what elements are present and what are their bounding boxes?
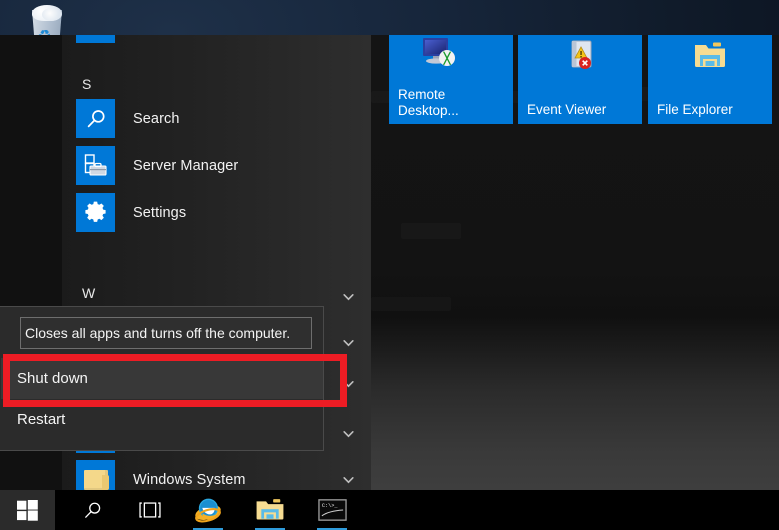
app-row-search[interactable]: Search	[62, 95, 371, 142]
start-button[interactable]	[0, 490, 55, 530]
server-manager-icon	[76, 146, 115, 185]
clipped-app-tile-icon	[76, 35, 115, 43]
tile-remote-desktop[interactable]: ╳ Remote Desktop...	[389, 35, 513, 124]
taskbar-file-explorer-button[interactable]	[246, 490, 294, 530]
taskbar: C:\>_	[0, 490, 779, 530]
search-icon	[76, 99, 115, 138]
internet-explorer-icon	[195, 498, 221, 523]
app-label: Search	[133, 110, 180, 127]
shutdown-tooltip: Closes all apps and turns off the comput…	[20, 317, 312, 349]
tile-label: File Explorer	[657, 102, 733, 118]
search-icon	[84, 502, 100, 518]
windows-logo-icon	[17, 499, 38, 521]
ghost-tile	[401, 223, 461, 239]
app-row-server-manager[interactable]: Server Manager	[62, 142, 371, 189]
tile-label: Event Viewer	[527, 102, 607, 118]
taskbar-search-button[interactable]	[68, 490, 116, 530]
start-menu-tiles-pane: ╳ Remote Desktop... Event Viewer File Ex…	[371, 35, 779, 490]
tile-file-explorer[interactable]: File Explorer	[648, 35, 772, 124]
chevron-down-icon[interactable]	[342, 336, 355, 349]
gear-icon	[76, 193, 115, 232]
app-row-settings[interactable]: Settings	[62, 189, 371, 236]
app-label: Server Manager	[133, 157, 239, 174]
svg-text:C:\>_: C:\>_	[321, 503, 338, 509]
flyout-item-restart[interactable]: Restart	[1, 399, 323, 440]
folder-icon	[76, 460, 115, 490]
start-menu: S Search Server Manager Settings W Windo…	[0, 35, 779, 490]
flyout-item-shut-down[interactable]: Shut down	[1, 358, 323, 399]
app-row-windows-system[interactable]: Windows System	[62, 456, 371, 490]
file-explorer-icon	[256, 499, 284, 520]
chevron-down-icon[interactable]	[342, 427, 355, 440]
taskbar-command-prompt-button[interactable]: C:\>_	[308, 490, 356, 530]
tile-event-viewer[interactable]: Event Viewer	[518, 35, 642, 124]
app-label: Windows System	[133, 471, 246, 488]
power-options-flyout: Closes all apps and turns off the comput…	[0, 306, 324, 451]
command-prompt-icon: C:\>_	[317, 499, 347, 521]
ghost-tile	[371, 297, 451, 311]
app-group-letter-s: S	[82, 76, 92, 92]
chevron-down-icon[interactable]	[342, 290, 355, 303]
chevron-down-icon[interactable]	[342, 473, 355, 486]
tile-label: Remote Desktop...	[398, 86, 459, 119]
chevron-down-icon[interactable]	[342, 377, 355, 390]
recycle-bin-paper-2	[42, 8, 61, 21]
remote-desktop-icon: ╳	[419, 36, 457, 70]
task-view-icon	[139, 502, 161, 518]
file-explorer-icon	[691, 39, 729, 73]
event-viewer-icon	[561, 39, 599, 73]
taskbar-task-view-button[interactable]	[126, 490, 174, 530]
app-label: Settings	[133, 204, 187, 221]
taskbar-internet-explorer-button[interactable]	[184, 490, 232, 530]
